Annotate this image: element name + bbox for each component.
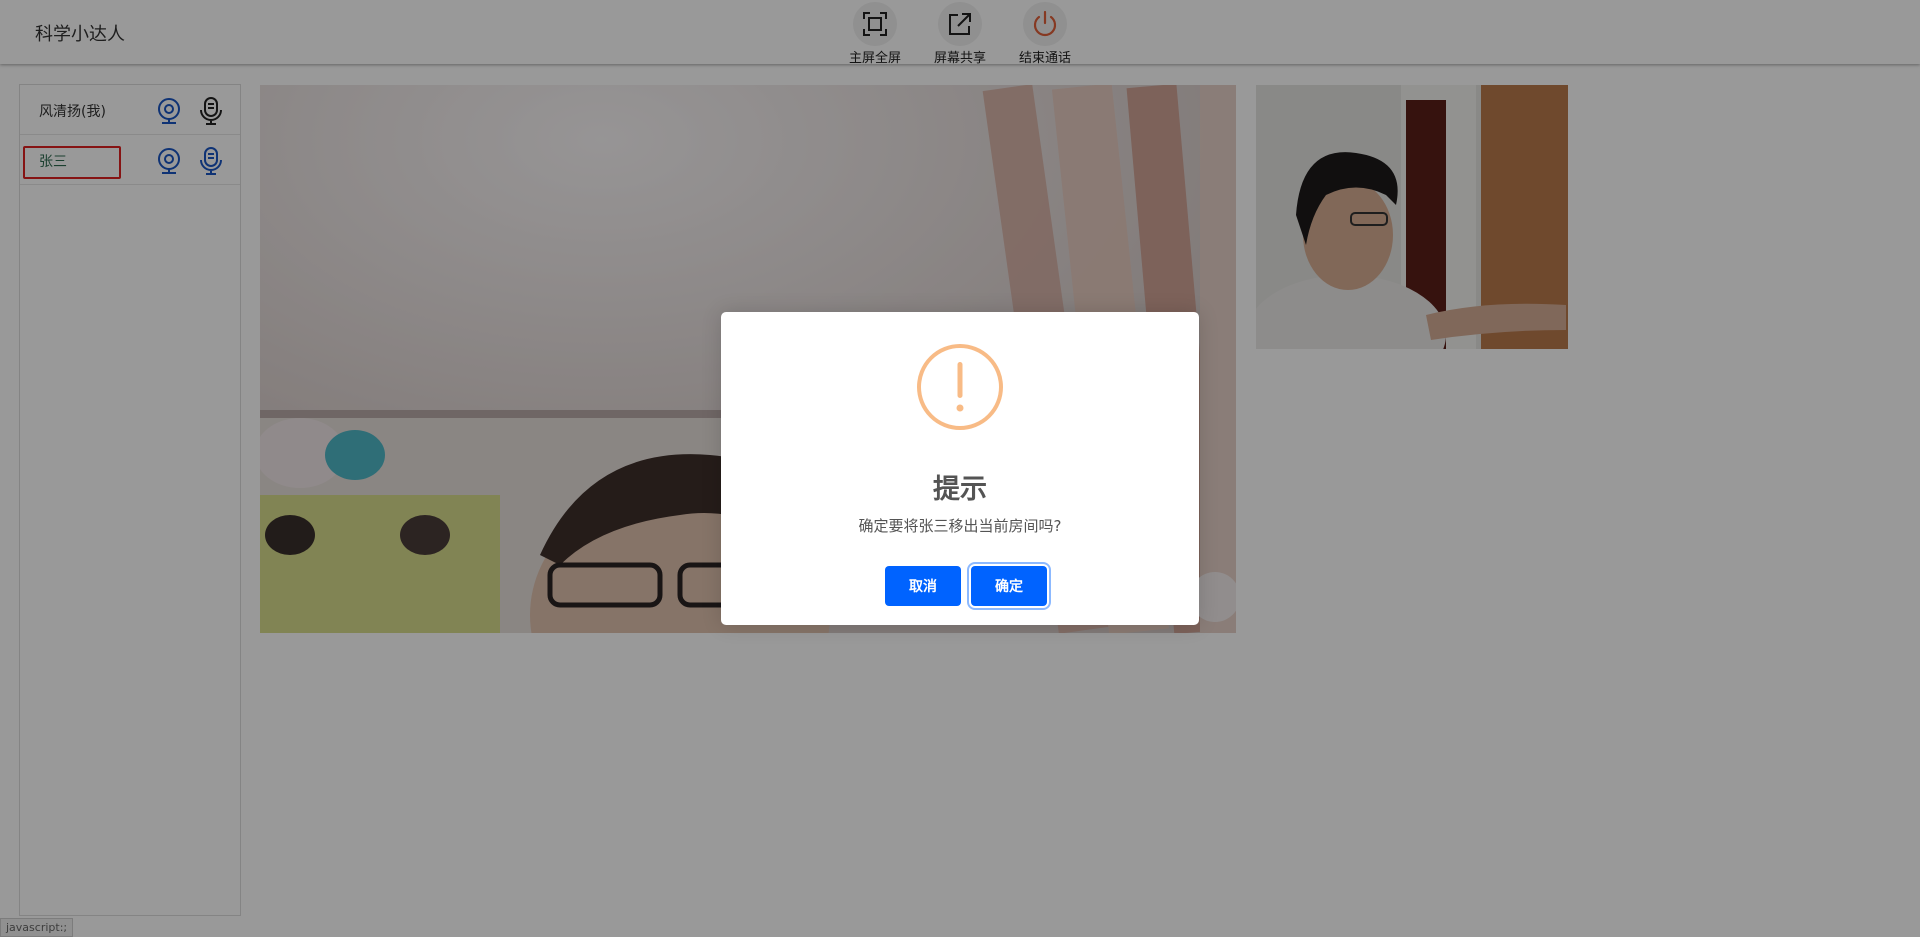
confirm-dialog: 提示 确定要将张三移出当前房间吗? 取消 确定: [721, 312, 1199, 625]
dialog-message: 确定要将张三移出当前房间吗?: [858, 517, 1062, 535]
dialog-title: 提示: [933, 474, 987, 505]
cancel-button[interactable]: 取消: [885, 566, 961, 606]
confirm-button[interactable]: 确定: [971, 566, 1047, 606]
warning-icon: [917, 344, 1003, 430]
